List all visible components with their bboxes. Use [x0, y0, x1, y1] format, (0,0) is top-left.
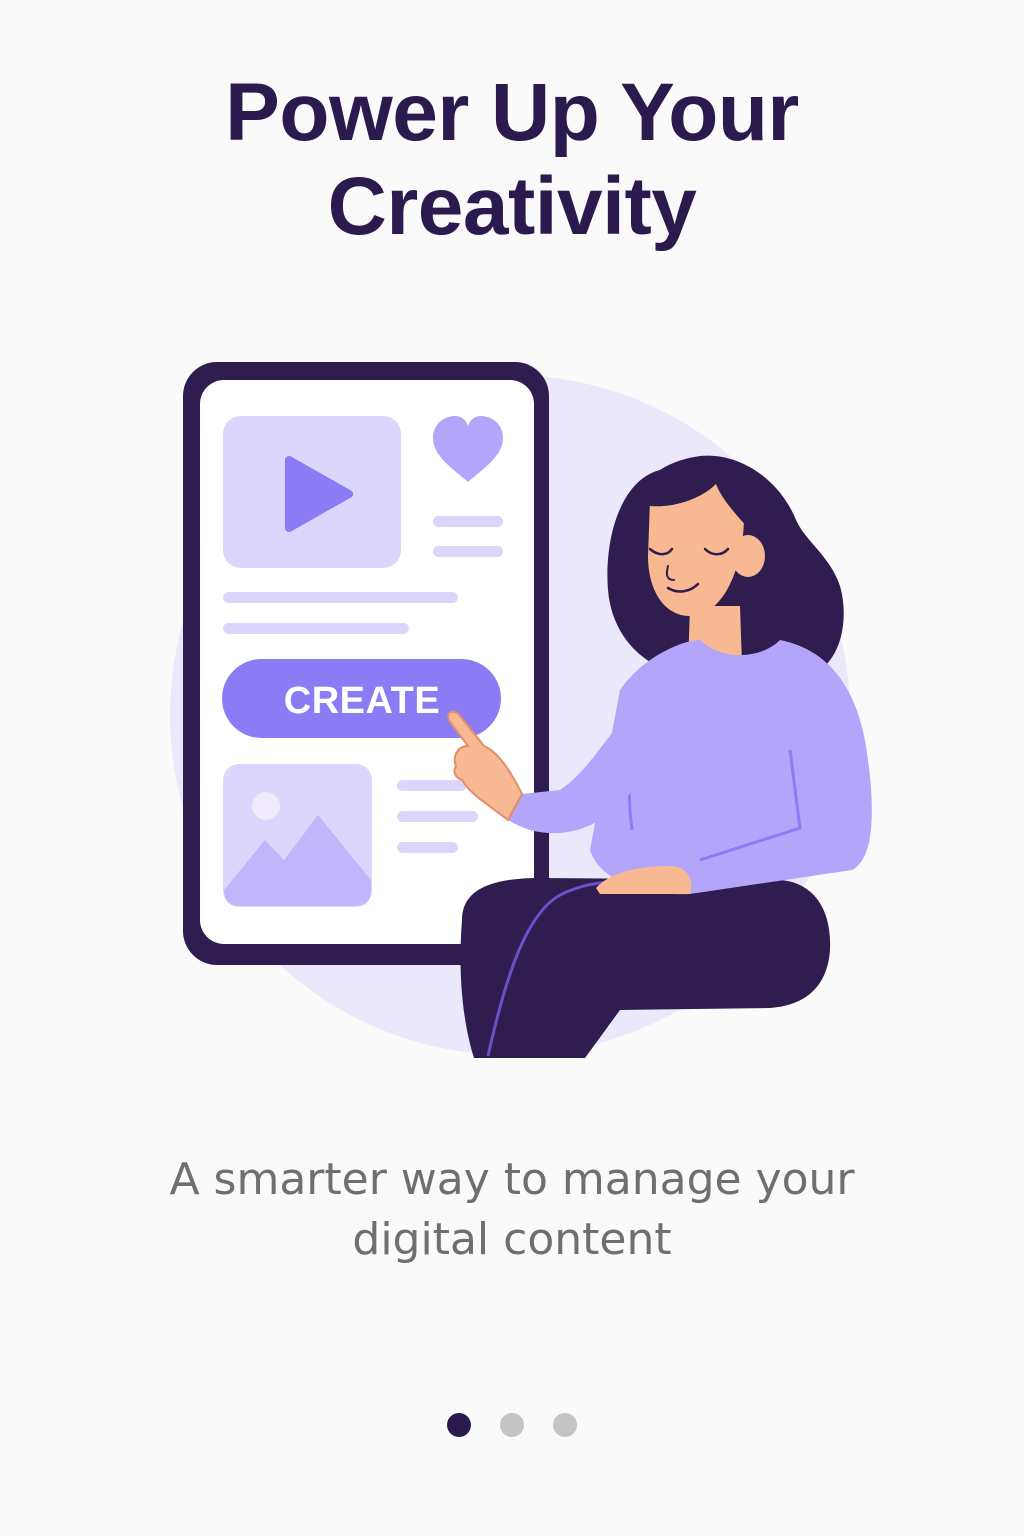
subtitle-line-1: A smarter way to manage your	[169, 1154, 855, 1205]
page-dot-2[interactable]	[500, 1413, 524, 1437]
text-placeholder-line	[397, 811, 478, 822]
image-thumbnail	[223, 764, 372, 907]
onboarding-screen: Power Up Your Creativity CREATE A smarte…	[0, 0, 1024, 1536]
legs	[460, 878, 831, 1058]
text-placeholder-line	[397, 780, 467, 791]
create-button-label: CREATE	[284, 680, 440, 722]
text-placeholder-line	[223, 623, 409, 634]
video-thumbnail	[223, 416, 401, 568]
text-placeholder-line	[433, 546, 503, 557]
onboarding-illustration: CREATE	[170, 362, 872, 1058]
title-line-1: Power Up Your	[225, 67, 799, 158]
title-line-2: Creativity	[327, 161, 697, 252]
page-title: Power Up Your Creativity	[0, 66, 1024, 254]
text-placeholder-line	[223, 592, 458, 603]
page-subtitle: A smarter way to manage your digital con…	[0, 1150, 1024, 1270]
subtitle-line-2: digital content	[352, 1214, 672, 1265]
phone-mockup: CREATE	[183, 362, 549, 965]
page-dot-1[interactable]	[447, 1413, 471, 1437]
text-placeholder-line	[397, 842, 458, 853]
ear	[731, 535, 765, 577]
page-indicator	[0, 1413, 1024, 1437]
text-placeholder-line	[433, 516, 503, 527]
page-dot-3[interactable]	[553, 1413, 577, 1437]
